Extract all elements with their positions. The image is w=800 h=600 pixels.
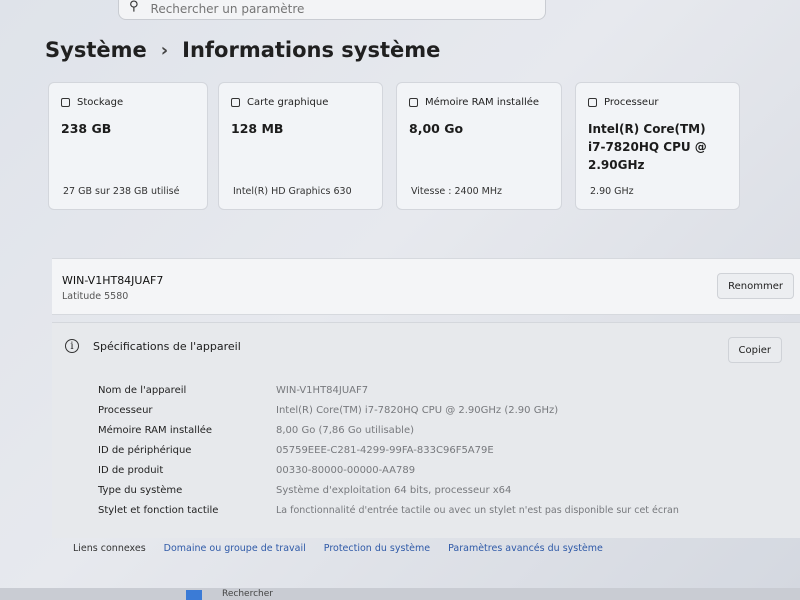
page-title: Informations système	[182, 38, 441, 62]
spec-row: Type du système Système d'exploitation 64…	[98, 485, 511, 496]
card-value: Intel(R) Core(TM) i7-7820HQ CPU @ 2.90GH…	[588, 122, 707, 172]
storage-card[interactable]: Stockage 238 GB 27 GB sur 238 GB utilisé	[48, 82, 208, 210]
processor-card[interactable]: Processeur Intel(R) Core(TM) i7-7820HQ C…	[575, 82, 740, 210]
link-domain-workgroup[interactable]: Domaine ou groupe de travail	[164, 543, 306, 554]
spec-value: Système d'exploitation 64 bits, processe…	[276, 485, 512, 496]
windows-start-icon[interactable]	[186, 590, 202, 600]
spec-row: Processeur Intel(R) Core(TM) i7-7820HQ CP…	[98, 405, 558, 416]
processor-icon	[588, 98, 597, 107]
taskbar: Rechercher	[0, 588, 800, 600]
spec-key: ID de produit	[98, 465, 164, 476]
spec-value: Intel(R) Core(TM) i7-7820HQ CPU @ 2.90GH…	[276, 405, 559, 416]
spec-key: Stylet et fonction tactile	[98, 505, 219, 516]
copy-button[interactable]: Copier	[727, 337, 782, 363]
spec-row: ID de produit 00330-80000-00000-AA789	[98, 465, 415, 476]
card-value: 238 GB	[61, 121, 112, 136]
spec-value: 00330-80000-00000-AA789	[276, 465, 416, 476]
ram-card[interactable]: Mémoire RAM installée 8,00 Go Vitesse : …	[396, 82, 562, 210]
chevron-right-icon: ›	[160, 39, 169, 61]
spec-value: La fonctionnalité d'entrée tactile ou av…	[276, 505, 679, 516]
card-footer: Intel(R) HD Graphics 630	[233, 186, 352, 197]
card-footer: 27 GB sur 238 GB utilisé	[63, 186, 180, 197]
rename-button[interactable]: Renommer	[717, 273, 794, 299]
device-name: WIN-V1HT84JUAF7	[62, 274, 164, 287]
card-footer: 2.90 GHz	[590, 186, 634, 197]
spec-value: 8,00 Go (7,86 Go utilisable)	[276, 425, 414, 436]
related-links: Liens connexes Domaine ou groupe de trav…	[73, 543, 603, 554]
link-advanced-system-settings[interactable]: Paramètres avancés du système	[448, 543, 603, 554]
spec-value: 05759EEE-C281-4299-99FA-833C96F5A79E	[276, 445, 494, 456]
device-model: Latitude 5580	[62, 291, 129, 302]
spec-key: Mémoire RAM installée	[98, 425, 213, 436]
settings-search-box[interactable]: ⚲	[118, 0, 546, 20]
info-icon: i	[65, 339, 79, 353]
spec-value: WIN-V1HT84JUAF7	[276, 385, 369, 396]
specs-heading: Spécifications de l'appareil	[93, 339, 241, 353]
spec-row: ID de périphérique 05759EEE-C281-4299-99F…	[98, 445, 494, 456]
spec-key: Processeur	[98, 405, 153, 416]
card-footer: Vitesse : 2400 MHz	[411, 186, 503, 197]
gpu-icon	[231, 98, 240, 107]
spec-key: Nom de l'appareil	[98, 385, 187, 396]
device-name-panel: WIN-V1HT84JUAF7 Latitude 5580 Renommer	[52, 258, 800, 315]
card-title: Processeur	[604, 97, 659, 108]
ram-icon	[409, 98, 418, 107]
spec-key: ID de périphérique	[98, 445, 192, 456]
related-links-label: Liens connexes	[73, 543, 146, 554]
link-system-protection[interactable]: Protection du système	[324, 543, 430, 554]
taskbar-search[interactable]: Rechercher	[222, 589, 273, 599]
spec-row: Stylet et fonction tactile La fonctionnal…	[98, 505, 679, 516]
breadcrumb: Système › Informations système	[45, 38, 440, 62]
search-icon: ⚲	[129, 0, 139, 14]
spec-row: Mémoire RAM installée 8,00 Go (7,86 Go ut…	[98, 425, 414, 436]
storage-icon	[61, 98, 70, 107]
card-title: Stockage	[77, 97, 124, 108]
spec-row: Nom de l'appareil WIN-V1HT84JUAF7	[98, 385, 368, 396]
graphics-card[interactable]: Carte graphique 128 MB Intel(R) HD Graph…	[218, 82, 383, 210]
device-specs-section: i Spécifications de l'appareil Copier No…	[52, 322, 800, 538]
breadcrumb-system-link[interactable]: Système	[45, 38, 147, 62]
card-title: Carte graphique	[247, 97, 329, 108]
card-value: 128 MB	[231, 121, 284, 136]
card-value: 8,00 Go	[409, 121, 464, 136]
card-title: Mémoire RAM installée	[425, 97, 540, 108]
specs-header[interactable]: i Spécifications de l'appareil	[65, 339, 241, 353]
search-input[interactable]	[148, 0, 513, 17]
spec-key: Type du système	[98, 485, 183, 496]
